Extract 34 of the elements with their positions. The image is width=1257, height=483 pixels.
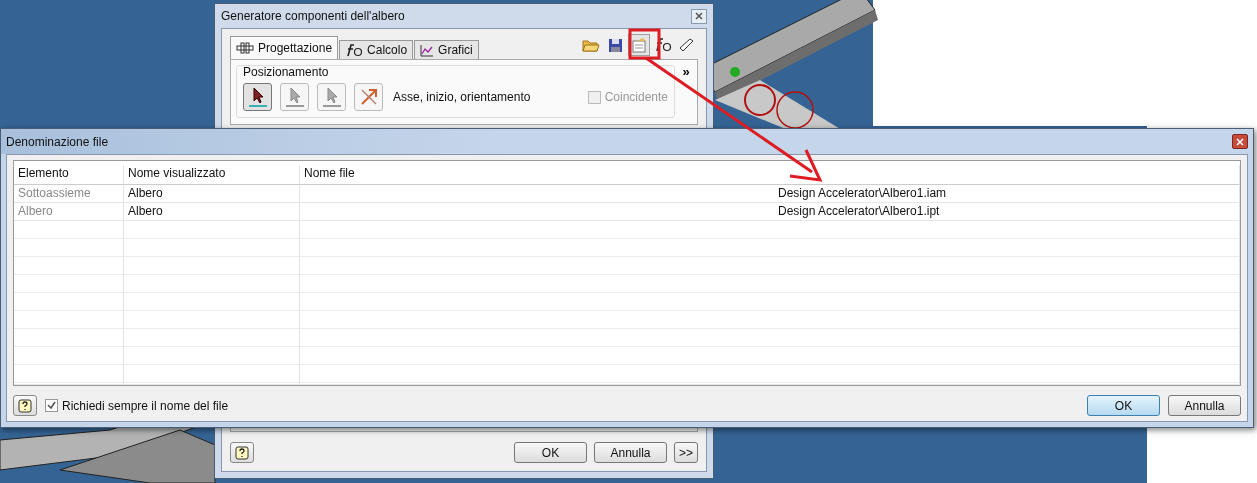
column-header[interactable]: Nome visualizzato — [124, 165, 300, 185]
shaft-icon — [236, 42, 254, 54]
help-button[interactable] — [230, 442, 254, 463]
checkbox-label: Richiedi sempre il nome del file — [62, 398, 229, 413]
tab[interactable]: Progettazione — [230, 36, 339, 59]
checkbox-label: Coincidente — [604, 90, 668, 104]
close-button[interactable] — [691, 8, 707, 24]
table-cell: Albero — [124, 185, 300, 203]
tab[interactable]: Grafici — [414, 40, 479, 59]
positioning-label: Asse, inizio, orientamento — [393, 90, 531, 104]
window-title: Denominazione file — [6, 134, 110, 149]
ok-button[interactable]: OK — [514, 442, 587, 463]
column-header[interactable]: Nome file — [300, 165, 1240, 185]
table-cell: Design Accelerator\Albero1.iam — [300, 185, 1240, 203]
expand-button[interactable]: » — [679, 65, 693, 79]
cancel-button[interactable]: Annulla — [594, 442, 667, 463]
column-header[interactable]: Elemento — [14, 165, 124, 185]
close-button[interactable] — [1232, 134, 1248, 149]
table-cell: Sottoassieme — [14, 185, 124, 203]
highlight-rectangle — [628, 28, 661, 60]
chart-icon — [420, 43, 435, 57]
document-icon[interactable] — [628, 34, 650, 56]
checkbox[interactable] — [45, 399, 58, 412]
window-title: Generatore componenti dell'albero — [221, 9, 406, 23]
cancel-button[interactable]: Annulla — [1168, 395, 1241, 416]
ok-button[interactable]: OK — [1087, 395, 1160, 416]
formula-icon — [345, 43, 364, 57]
cursor-icon[interactable] — [243, 83, 272, 111]
close-icon — [695, 12, 703, 20]
group-title: Posizionamento — [243, 65, 330, 79]
close-icon — [1236, 137, 1244, 146]
tab[interactable]: Calcolo — [339, 40, 414, 59]
help-button[interactable] — [13, 395, 37, 416]
more-button[interactable]: >> — [674, 442, 698, 463]
